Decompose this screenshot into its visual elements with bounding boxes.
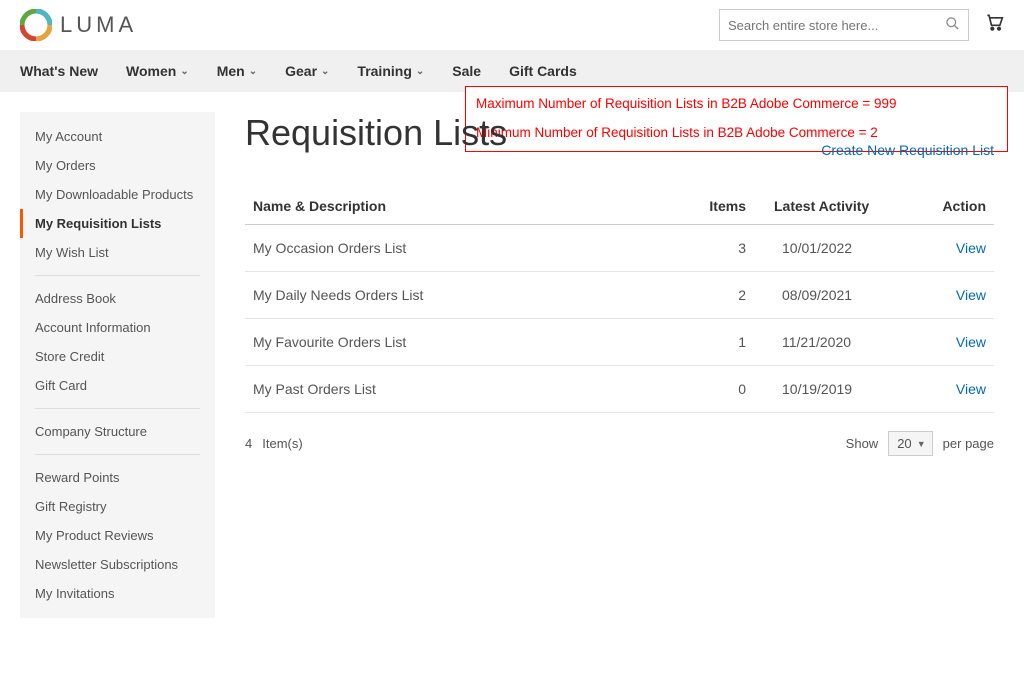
col-header-action: Action <box>914 188 994 225</box>
sidebar-item-account-information[interactable]: Account Information <box>20 313 215 342</box>
cell-activity: 08/09/2021 <box>754 272 914 319</box>
sidebar-item-my-product-reviews[interactable]: My Product Reviews <box>20 521 215 550</box>
col-header-activity: Latest Activity <box>754 188 914 225</box>
per-page-label: per page <box>943 436 994 451</box>
cell-name: My Favourite Orders List <box>245 319 674 366</box>
sidebar-item-company-structure[interactable]: Company Structure <box>20 417 215 446</box>
requisition-table: Name & Description Items Latest Activity… <box>245 188 994 413</box>
per-page-value: 20 <box>897 436 911 451</box>
chevron-down-icon: ▼ <box>917 439 926 449</box>
chevron-down-icon: ⌄ <box>180 66 188 77</box>
sidebar-item-my-invitations[interactable]: My Invitations <box>20 579 215 608</box>
view-link[interactable]: View <box>956 287 986 303</box>
sidebar-item-address-book[interactable]: Address Book <box>20 284 215 313</box>
sidebar-item-my-account[interactable]: My Account <box>20 122 215 151</box>
cell-name: My Daily Needs Orders List <box>245 272 674 319</box>
view-link[interactable]: View <box>956 240 986 256</box>
per-page-select[interactable]: 20 ▼ <box>888 431 932 456</box>
search-icon[interactable] <box>945 16 960 35</box>
item-count-number: 4 <box>245 436 252 451</box>
cell-name: My Occasion Orders List <box>245 225 674 272</box>
col-header-items: Items <box>674 188 754 225</box>
cell-items: 3 <box>674 225 754 272</box>
table-row: My Occasion Orders List310/01/2022 View <box>245 225 994 272</box>
nav-item-women[interactable]: Women⌄ <box>126 63 189 79</box>
logo[interactable]: LUMA <box>20 9 137 41</box>
sidebar-item-my-orders[interactable]: My Orders <box>20 151 215 180</box>
nav-item-training[interactable]: Training⌄ <box>357 63 424 79</box>
col-header-name: Name & Description <box>245 188 674 225</box>
sidebar-divider <box>35 275 200 276</box>
nav-item-what-s-new[interactable]: What's New <box>20 63 98 79</box>
view-link[interactable]: View <box>956 381 986 397</box>
search-box[interactable] <box>719 9 969 41</box>
chevron-down-icon: ⌄ <box>321 66 329 77</box>
cell-items: 0 <box>674 366 754 413</box>
sidebar-divider <box>35 454 200 455</box>
sidebar-item-my-downloadable-products[interactable]: My Downloadable Products <box>20 180 215 209</box>
page-title: Requisition Lists <box>245 112 507 154</box>
nav-item-sale[interactable]: Sale <box>452 63 481 79</box>
chevron-down-icon: ⌄ <box>416 66 424 77</box>
table-row: My Past Orders List010/19/2019 View <box>245 366 994 413</box>
nav-item-men[interactable]: Men⌄ <box>217 63 257 79</box>
table-row: My Daily Needs Orders List208/09/2021 Vie… <box>245 272 994 319</box>
create-new-list-link[interactable]: Create New Requisition List <box>821 142 994 158</box>
chevron-down-icon: ⌄ <box>249 66 257 77</box>
sidebar-divider <box>35 408 200 409</box>
sidebar-item-store-credit[interactable]: Store Credit <box>20 342 215 371</box>
sidebar-item-my-wish-list[interactable]: My Wish List <box>20 238 215 267</box>
sidebar-item-gift-card[interactable]: Gift Card <box>20 371 215 400</box>
logo-icon <box>20 9 52 41</box>
cell-activity: 11/21/2020 <box>754 319 914 366</box>
table-row: My Favourite Orders List111/21/2020 View <box>245 319 994 366</box>
cell-items: 2 <box>674 272 754 319</box>
search-input[interactable] <box>728 18 945 33</box>
nav-item-gear[interactable]: Gear⌄ <box>285 63 329 79</box>
cell-activity: 10/01/2022 <box>754 225 914 272</box>
sidebar-item-newsletter-subscriptions[interactable]: Newsletter Subscriptions <box>20 550 215 579</box>
nav-item-gift-cards[interactable]: Gift Cards <box>509 63 577 79</box>
show-label: Show <box>846 436 879 451</box>
view-link[interactable]: View <box>956 334 986 350</box>
logo-text: LUMA <box>60 12 137 38</box>
item-count-label: Item(s) <box>262 436 302 451</box>
cart-icon[interactable] <box>984 12 1004 38</box>
sidebar-item-gift-registry[interactable]: Gift Registry <box>20 492 215 521</box>
cell-items: 1 <box>674 319 754 366</box>
sidebar: My AccountMy OrdersMy Downloadable Produ… <box>20 112 215 618</box>
cell-name: My Past Orders List <box>245 366 674 413</box>
sidebar-item-reward-points[interactable]: Reward Points <box>20 463 215 492</box>
cell-activity: 10/19/2019 <box>754 366 914 413</box>
sidebar-item-my-requisition-lists[interactable]: My Requisition Lists <box>20 209 215 238</box>
